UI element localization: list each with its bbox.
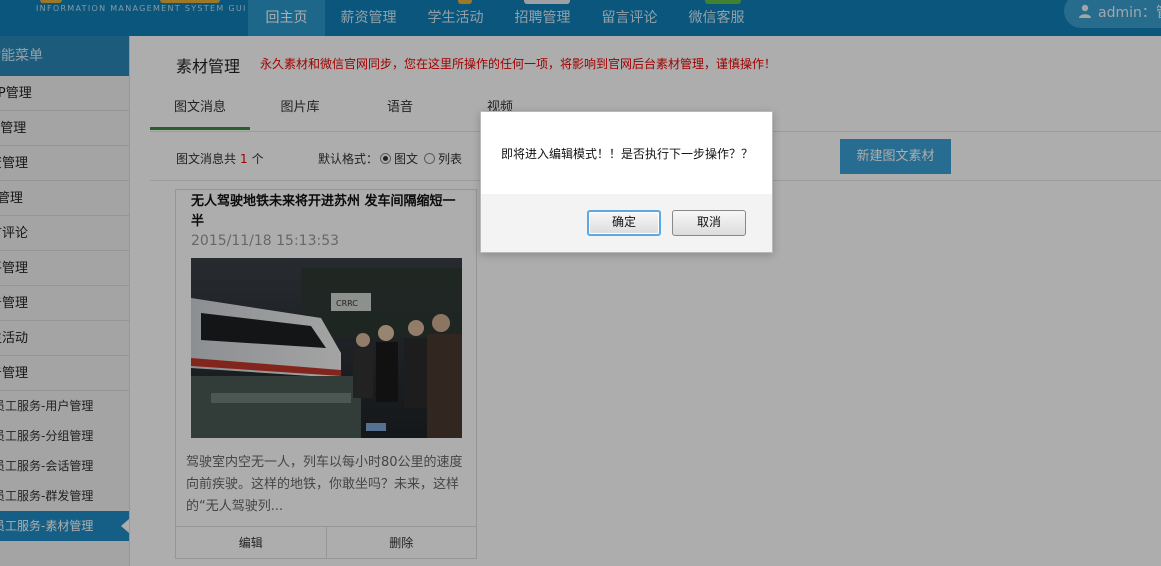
dialog-message: 即将进入编辑模式！！是否执行下一步操作？？ xyxy=(481,112,772,194)
confirm-button[interactable]: 确定 xyxy=(587,210,661,236)
modal-overlay xyxy=(0,0,1161,566)
confirm-dialog: 即将进入编辑模式！！是否执行下一步操作？？ 确定 取消 xyxy=(480,111,773,253)
cancel-button[interactable]: 取消 xyxy=(672,210,746,236)
